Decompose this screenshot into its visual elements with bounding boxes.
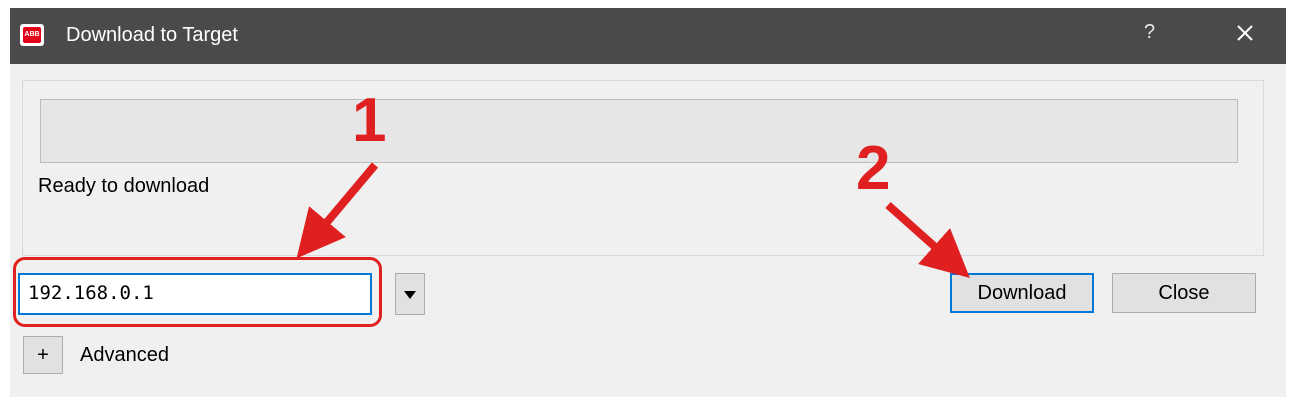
advanced-expand-button[interactable]: + — [23, 336, 63, 374]
status-text: Ready to download — [38, 175, 210, 197]
advanced-label: Advanced — [80, 344, 169, 366]
target-ip-input[interactable] — [20, 275, 348, 311]
progress-bar — [40, 99, 1238, 163]
help-button[interactable]: ? — [1144, 21, 1155, 44]
app-icon-text: ABB — [23, 27, 41, 43]
step1-label: 1 — [352, 86, 387, 155]
ip-dropdown-button[interactable] — [395, 273, 425, 315]
window-title: Download to Target — [66, 24, 238, 46]
download-button[interactable]: Download — [950, 273, 1094, 313]
title-bar: ABB Download to Target ? — [10, 8, 1286, 64]
close-icon[interactable] — [1230, 18, 1260, 48]
step2-label: 2 — [856, 134, 891, 203]
chevron-down-icon — [404, 291, 416, 299]
target-ip-combobox[interactable] — [18, 273, 372, 315]
abb-logo-icon: ABB — [20, 24, 44, 46]
close-button[interactable]: Close — [1112, 273, 1256, 313]
